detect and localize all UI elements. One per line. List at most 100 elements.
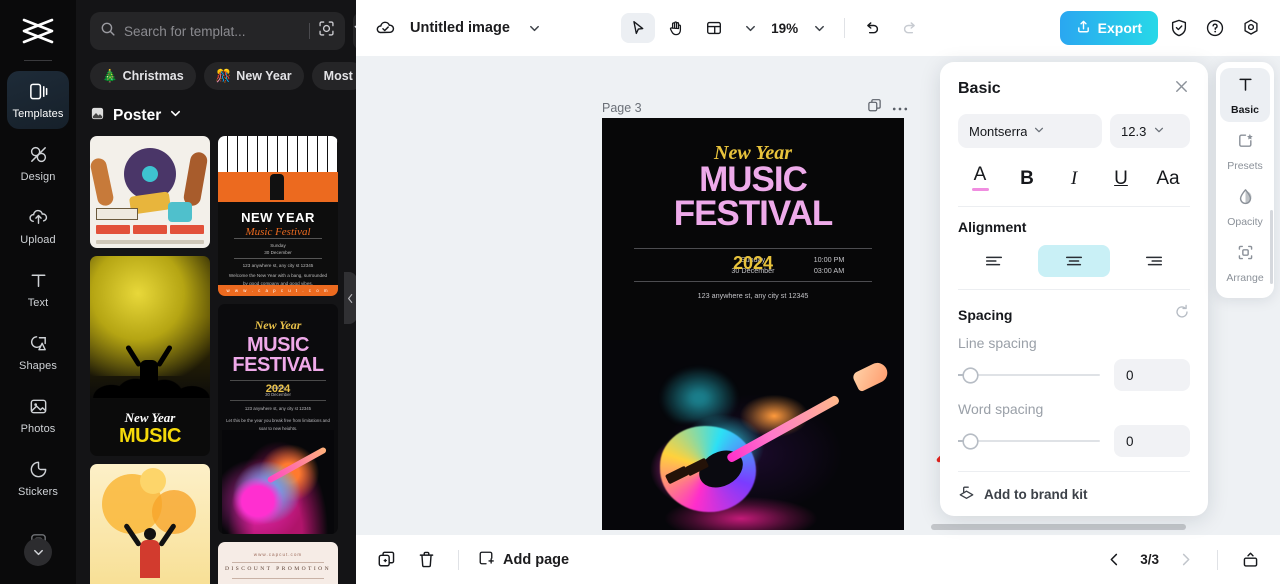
bottom-divider — [458, 549, 459, 570]
chevron-down-icon[interactable] — [169, 107, 182, 125]
canvas-horizontal-scrollbar[interactable] — [931, 524, 1186, 530]
font-family-select[interactable]: Montserrat-Rg — [958, 114, 1102, 148]
line-spacing-slider[interactable] — [958, 367, 1100, 383]
rule-bottom — [234, 258, 322, 259]
cloud-saved-icon[interactable] — [370, 13, 400, 43]
sidebar-item-templates[interactable]: Templates — [7, 71, 69, 129]
poster-address-text[interactable]: 123 anywhere st, any city st 12345 — [618, 290, 888, 302]
sidebar-item-shapes[interactable]: Shapes — [7, 323, 69, 381]
hero-silhouette — [140, 528, 160, 578]
redo-button[interactable] — [893, 13, 927, 43]
add-to-brand-kit-button[interactable]: Add to brand kit — [958, 471, 1190, 504]
text-icon — [27, 270, 49, 292]
bold-glyph: B — [1020, 167, 1034, 189]
tab-opacity[interactable]: Opacity — [1220, 180, 1270, 234]
next-page-button[interactable] — [1171, 546, 1199, 574]
template-thumbnail-new-year-music-yellow[interactable]: New Year MUSIC — [90, 256, 210, 456]
present-button[interactable] — [1236, 546, 1264, 574]
more-dots-icon[interactable] — [892, 99, 908, 117]
layout-chevron-down-icon[interactable] — [735, 13, 765, 43]
close-icon[interactable] — [1173, 78, 1190, 100]
delete-page-button[interactable] — [412, 546, 440, 574]
tab-basic[interactable]: Basic — [1220, 68, 1270, 122]
duplicate-page-icon[interactable] — [867, 98, 882, 118]
poster-music-text[interactable]: MUSIC — [602, 162, 904, 197]
italic-button[interactable]: I — [1054, 162, 1094, 194]
word-spacing-input-box[interactable] — [1114, 425, 1190, 457]
prev-page-button[interactable] — [1100, 546, 1128, 574]
slider-knob[interactable] — [964, 434, 977, 448]
gear-icon[interactable] — [1236, 13, 1266, 43]
export-button[interactable]: Export — [1059, 11, 1158, 45]
poster-year-text[interactable]: 2024 — [602, 253, 904, 274]
sidebar-item-upload[interactable]: Upload — [7, 197, 69, 255]
zoom-chevron-down-icon[interactable] — [804, 13, 834, 43]
layout-tool-button[interactable] — [697, 13, 731, 43]
sidebar-item-design[interactable]: Design — [7, 134, 69, 192]
search-input[interactable] — [124, 23, 301, 39]
sidebar-item-photos[interactable]: Photos — [7, 386, 69, 444]
text-color-button[interactable]: A — [960, 162, 1000, 194]
underline-button[interactable]: U — [1101, 162, 1141, 194]
thumbnail-ny: New Year — [254, 318, 302, 332]
undo-button[interactable] — [855, 13, 889, 43]
poster-festival-text[interactable]: FESTIVAL — [602, 196, 904, 231]
align-center-button[interactable] — [1038, 245, 1110, 277]
left-rail: Templates Design Upload Text Shapes Phot… — [0, 0, 76, 584]
text-case-button[interactable]: Aa — [1148, 162, 1188, 194]
chip-christmas[interactable]: 🎄 Christmas — [90, 62, 196, 90]
right-strip-scrollbar[interactable] — [1270, 210, 1273, 284]
add-page-button[interactable]: Add page — [477, 549, 569, 571]
template-thumbnail-womens-day[interactable]: www.capcut.com DISCOUNT PROMOTION INTERN… — [218, 542, 338, 584]
align-left-button[interactable] — [958, 245, 1030, 277]
collapse-panel-handle[interactable] — [344, 272, 356, 324]
align-right-button[interactable] — [1118, 245, 1190, 277]
add-page-icon — [477, 549, 495, 571]
image-search-icon[interactable] — [318, 20, 335, 42]
basic-panel-header: Basic — [958, 78, 1190, 100]
sidebar-item-stickers[interactable]: Stickers — [7, 449, 69, 507]
help-circle-icon[interactable] — [1200, 13, 1230, 43]
poster-canvas[interactable]: New Year MUSIC FESTIVAL Sunday 30 Decemb… — [602, 118, 904, 530]
search-box[interactable] — [90, 12, 345, 50]
chip-most[interactable]: Most — [311, 62, 356, 90]
title-chevron-down-icon[interactable] — [520, 13, 550, 43]
hand-icon — [670, 21, 682, 36]
poster-guitar-artwork[interactable] — [602, 340, 904, 530]
thumbnail-meta-date: 30 December — [264, 250, 292, 255]
template-thumbnail-new-year-piano[interactable]: NEW YEAR Music Festival Sunday 30 Decemb… — [218, 136, 338, 296]
template-thumbnail-orange-crowd[interactable] — [90, 464, 210, 584]
reset-icon[interactable] — [1174, 304, 1190, 325]
spacing-header: Spacing — [958, 304, 1190, 325]
bold-button[interactable]: B — [1007, 162, 1047, 194]
arrange-icon — [1236, 243, 1255, 267]
add-page-label: Add page — [503, 551, 570, 568]
word-spacing-slider[interactable] — [958, 433, 1100, 449]
duplicate-page-button[interactable] — [372, 546, 400, 574]
search-divider — [309, 23, 310, 39]
shapes-icon — [27, 333, 49, 355]
sidebar-item-label: Upload — [20, 233, 56, 246]
rail-expand-button[interactable] — [24, 538, 52, 566]
select-tool-button[interactable] — [621, 13, 656, 43]
tab-presets[interactable]: Presets — [1220, 124, 1270, 178]
slider-knob[interactable] — [964, 368, 977, 382]
line-spacing-input[interactable] — [1126, 367, 1178, 383]
tab-arrange[interactable]: Arrange — [1220, 236, 1270, 290]
document-title[interactable]: Untitled image — [410, 20, 510, 36]
chevron-down-icon — [33, 549, 43, 555]
slider-track — [958, 374, 1100, 376]
zoom-level[interactable]: 19% — [769, 21, 800, 36]
word-spacing-input[interactable] — [1126, 433, 1178, 449]
shield-check-icon[interactable] — [1164, 13, 1194, 43]
sidebar-item-label: Shapes — [19, 359, 57, 372]
template-thumbnail-music-festival-pink[interactable]: New Year MUSIC FESTIVAL Sunday 30 Decemb… — [218, 304, 338, 534]
chip-new-year[interactable]: 🎊 New Year — [203, 62, 304, 90]
presets-icon — [1236, 131, 1255, 155]
line-spacing-input-box[interactable] — [1114, 359, 1190, 391]
sidebar-item-text[interactable]: Text — [7, 260, 69, 318]
font-size-select[interactable]: 12.3 — [1110, 114, 1190, 148]
category-row[interactable]: Poster — [76, 90, 356, 136]
template-thumbnail-music-party[interactable] — [90, 136, 210, 248]
hand-tool-button[interactable] — [659, 13, 693, 43]
